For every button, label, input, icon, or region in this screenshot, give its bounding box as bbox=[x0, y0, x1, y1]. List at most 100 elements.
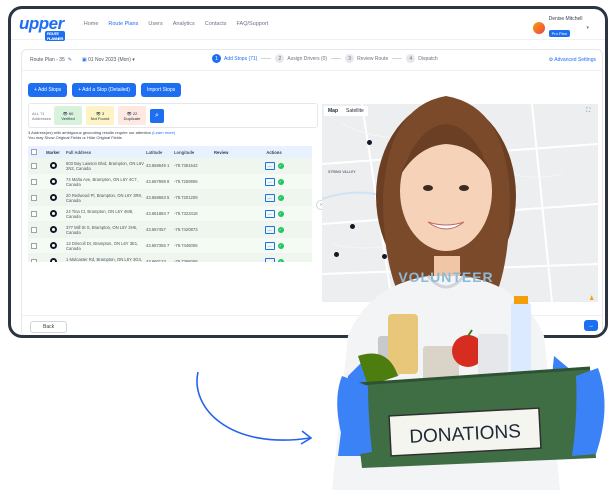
check-circle-icon: ✓ bbox=[277, 242, 284, 249]
row-checkbox[interactable] bbox=[31, 242, 37, 249]
verified-filter[interactable]: 👁 60 Verified bbox=[54, 106, 82, 125]
table-row[interactable]: 1 Mulcaster Rd, Brampton, ON L6Y 3G4, Ca… bbox=[28, 254, 312, 262]
row-checkbox[interactable] bbox=[31, 194, 37, 201]
column-header: Longitude bbox=[174, 149, 195, 155]
row-checkbox[interactable] bbox=[31, 226, 37, 233]
table-row[interactable]: 13 Driscoll Dr, Brampton, ON L6Y 3E1, Ca… bbox=[28, 238, 312, 254]
stops-table: Marker Full Address Latitude Longitude R… bbox=[28, 146, 312, 262]
address-cell: 74 Malta Ave, Brampton, ON L6Y 4C7, Cana… bbox=[66, 176, 138, 187]
marker-icon bbox=[49, 194, 57, 201]
nav-item-contacts[interactable]: Contacts bbox=[205, 21, 227, 27]
date-picker[interactable]: ▣ 01 Nov 2023 (Mon) ▾ bbox=[82, 57, 135, 63]
row-checkbox[interactable] bbox=[31, 162, 37, 169]
step-1[interactable]: 1 Add Stops (71) bbox=[212, 54, 257, 63]
row-checkbox[interactable] bbox=[31, 258, 37, 262]
edit-row-button[interactable]: — bbox=[264, 257, 275, 262]
select-all-checkbox[interactable] bbox=[31, 149, 37, 155]
check-circle-icon: ✓ bbox=[277, 194, 284, 201]
address-cell: 377 Mill St S, Brampton, ON L6Y 3H6, Can… bbox=[66, 224, 138, 235]
nav-item-analytics[interactable]: Analytics bbox=[173, 21, 195, 27]
import-stops-button[interactable]: Import Stops bbox=[140, 83, 182, 97]
step-number: 3 bbox=[345, 54, 355, 63]
check-circle-icon: ✓ bbox=[277, 162, 284, 169]
column-header: Full Address bbox=[66, 149, 92, 155]
address-cell: 503 Bay Lawson Blvd, Brampton, ON L6V 2N… bbox=[66, 160, 144, 171]
not-found-label: Not Found bbox=[90, 115, 110, 121]
search-icon[interactable]: ⌕ bbox=[150, 108, 164, 123]
user-menu[interactable]: Denise Mitchell Pro Plan ▾ bbox=[532, 16, 589, 40]
table-row[interactable]: 74 Malta Ave, Brampton, ON L6Y 4C7, Cana… bbox=[28, 174, 312, 190]
step-label: Review Route bbox=[357, 55, 389, 62]
top-navigation: upper ROUTE PLANNER Home Route Plans Users A… bbox=[11, 9, 605, 41]
longitude-cell: -79.7420873 bbox=[174, 227, 198, 232]
longitude-cell: -79.7259906 bbox=[174, 179, 198, 184]
app-logo[interactable]: upper ROUTE PLANNER bbox=[19, 14, 65, 41]
marker-icon bbox=[49, 178, 57, 185]
latitude-cell: 43.667355 7 bbox=[146, 243, 170, 248]
table-row[interactable]: 377 Mill St S, Brampton, ON L6Y 3H6, Can… bbox=[28, 222, 312, 238]
address-cell: 24 Tina Ct, Brampton, ON L6Y 4M8, Canada bbox=[66, 208, 134, 219]
longitude-cell: -79.7446006 bbox=[174, 243, 198, 248]
edit-row-button[interactable]: — bbox=[264, 193, 275, 202]
duplicate-filter[interactable]: 👁 22 Duplicate bbox=[118, 106, 146, 125]
nav-item-home[interactable]: Home bbox=[84, 21, 99, 27]
check-circle-icon: ✓ bbox=[277, 258, 284, 262]
table-row[interactable]: 20 Redwood Pl, Brampton, ON L6Y 3R8, Can… bbox=[28, 190, 312, 206]
marker-icon bbox=[49, 226, 57, 233]
not-found-filter[interactable]: 👁 3 Not Found bbox=[86, 106, 114, 125]
longitude-cell: -79.7201209 bbox=[174, 195, 198, 200]
edit-icon[interactable]: ✎ bbox=[68, 57, 72, 63]
column-header: Review bbox=[214, 149, 229, 155]
check-circle-icon: ✓ bbox=[277, 226, 284, 233]
step-number: 4 bbox=[406, 54, 416, 63]
step-2[interactable]: 2 Assign Drivers (0) bbox=[275, 54, 327, 63]
stop-actions: + Add Stops + Add a Stop (Detailed) Impo… bbox=[28, 83, 182, 97]
date-value: 01 Nov 2023 (Mon) bbox=[88, 57, 131, 63]
learn-more-link[interactable]: (Learn more) bbox=[152, 130, 175, 135]
gear-icon: ⚙ bbox=[548, 57, 554, 63]
step-label: Assign Drivers (0) bbox=[287, 55, 328, 62]
latitude-cell: 43.667457 bbox=[146, 227, 166, 232]
marker-icon bbox=[49, 258, 57, 262]
edit-row-button[interactable]: — bbox=[264, 241, 275, 250]
nav-links: Home Route Plans Users Analytics Contacts FAQ… bbox=[84, 21, 269, 27]
latitude-cell: 43.660123 bbox=[146, 259, 166, 262]
all-addresses-label[interactable]: ALL 71 Addresses bbox=[32, 111, 51, 121]
address-cell: 13 Driscoll Dr, Brampton, ON L6Y 3E1, Ca… bbox=[66, 240, 139, 251]
geocoding-notice: 3 Address(es) with ambiguous geocoding r… bbox=[28, 130, 308, 140]
marker-icon bbox=[49, 242, 57, 249]
latitude-cell: 43.667998 8 bbox=[146, 179, 170, 184]
row-checkbox[interactable] bbox=[31, 178, 37, 185]
avatar bbox=[532, 22, 545, 34]
step-4[interactable]: 4 Dispatch bbox=[406, 54, 438, 63]
advanced-settings-link[interactable]: ⚙ Advanced Settings bbox=[549, 57, 596, 63]
edit-row-button[interactable]: — bbox=[264, 161, 275, 170]
longitude-cell: -79.7323418 bbox=[174, 211, 198, 216]
nav-item-faq-support[interactable]: FAQ/Support bbox=[236, 21, 268, 27]
edit-row-button[interactable]: — bbox=[264, 225, 275, 234]
stepper: 1 Add Stops (71) 2 Assign Drivers (0) 3 Revie… bbox=[212, 54, 438, 63]
table-row[interactable]: 503 Bay Lawson Blvd, Brampton, ON L6V 2N… bbox=[28, 158, 312, 174]
route-plan-name: Route Plan - 35 bbox=[30, 57, 65, 63]
longitude-cell: -79.7366008 bbox=[174, 259, 198, 262]
edit-row-button[interactable]: — bbox=[264, 209, 275, 218]
step-number: 2 bbox=[275, 54, 285, 63]
marker-icon bbox=[49, 162, 57, 169]
add-stops-button[interactable]: + Add Stops bbox=[28, 83, 68, 97]
step-label: Dispatch bbox=[418, 55, 438, 62]
step-number: 1 bbox=[212, 54, 221, 63]
back-button[interactable]: Back bbox=[30, 321, 68, 333]
longitude-cell: -79.7361542 bbox=[174, 163, 198, 168]
add-stop-detailed-button[interactable]: + Add a Stop (Detailed) bbox=[72, 83, 136, 97]
volunteer-photo: VOLUNTEER DONATIONS bbox=[332, 96, 605, 490]
nav-item-route-plans[interactable]: Route Plans bbox=[108, 21, 138, 27]
shirt-text: VOLUNTEER bbox=[398, 269, 493, 285]
curved-arrow-illustration bbox=[196, 371, 313, 445]
nav-item-users[interactable]: Users bbox=[148, 21, 162, 27]
edit-row-button[interactable]: — bbox=[264, 177, 275, 186]
row-checkbox[interactable] bbox=[31, 210, 37, 217]
step-3[interactable]: 3 Review Route bbox=[345, 54, 388, 63]
table-row[interactable]: 24 Tina Ct, Brampton, ON L6Y 4M8, Canada… bbox=[28, 206, 312, 222]
check-circle-icon: ✓ bbox=[277, 178, 284, 185]
verified-label: Verified bbox=[61, 115, 75, 121]
